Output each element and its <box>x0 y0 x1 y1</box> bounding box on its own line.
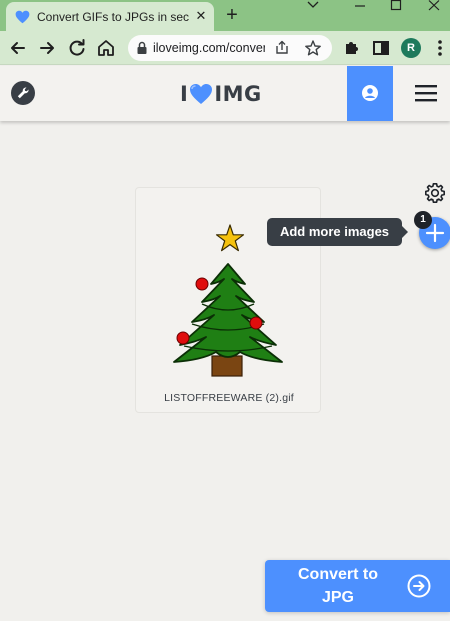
convert-button-label: Convert to JPG <box>298 566 378 606</box>
profile-avatar[interactable]: R <box>401 38 421 58</box>
user-icon <box>362 85 378 101</box>
close-window-icon[interactable] <box>419 0 449 12</box>
hamburger-menu-icon[interactable] <box>414 82 438 104</box>
gif-thumbnail-christmas-tree <box>173 224 283 377</box>
account-button[interactable] <box>347 66 393 121</box>
file-name: LISTOFFREEWARE (2).gif <box>164 392 294 404</box>
settings-gear-icon[interactable] <box>423 181 447 205</box>
new-tab-button[interactable]: + <box>220 4 244 26</box>
browser-tab-strip: Convert GIFs to JPGs in seconds ✕ + <box>0 0 450 31</box>
forward-arrow-icon[interactable] <box>35 36 59 60</box>
arrow-right-circle-icon <box>407 574 431 598</box>
chevron-down-icon[interactable] <box>298 0 328 12</box>
extensions-puzzle-icon[interactable] <box>340 36 364 60</box>
iloveimg-logo[interactable]: I IMG <box>180 80 262 108</box>
side-panel-icon[interactable] <box>369 36 393 60</box>
home-icon[interactable] <box>94 36 118 60</box>
add-more-images-tooltip: Add more images <box>267 218 402 246</box>
tab-title: Convert GIFs to JPGs in seconds <box>37 10 189 24</box>
heart-logo-icon <box>190 84 213 104</box>
back-arrow-icon[interactable] <box>6 36 30 60</box>
logo-text-img: IMG <box>214 82 262 106</box>
maximize-icon[interactable] <box>381 0 411 12</box>
address-bar[interactable]: iloveimg.com/convert-to-jpg/gif-to-jpg <box>128 35 332 61</box>
wrench-icon <box>17 87 29 99</box>
convert-to-jpg-button[interactable]: Convert to JPG <box>265 560 450 612</box>
reload-icon[interactable] <box>65 36 89 60</box>
site-header: I IMG <box>0 66 450 121</box>
browser-toolbar: iloveimg.com/convert-to-jpg/gif-to-jpg R <box>0 31 450 65</box>
lock-icon[interactable] <box>136 41 148 55</box>
minimize-icon[interactable] <box>345 0 375 12</box>
star-icon[interactable] <box>304 39 322 57</box>
tooltip-arrow <box>401 225 408 239</box>
heart-favicon-icon <box>15 10 30 24</box>
file-count-badge: 1 <box>414 211 432 229</box>
tools-button[interactable] <box>11 81 35 105</box>
share-icon[interactable] <box>274 40 290 56</box>
url-text[interactable]: iloveimg.com/convert-to-jpg/gif-to-jpg <box>153 41 265 55</box>
tab-close-icon[interactable]: ✕ <box>192 7 210 25</box>
kebab-menu-icon[interactable] <box>428 36 450 60</box>
browser-tab[interactable]: Convert GIFs to JPGs in seconds ✕ <box>6 2 214 31</box>
logo-text-i: I <box>180 82 189 106</box>
